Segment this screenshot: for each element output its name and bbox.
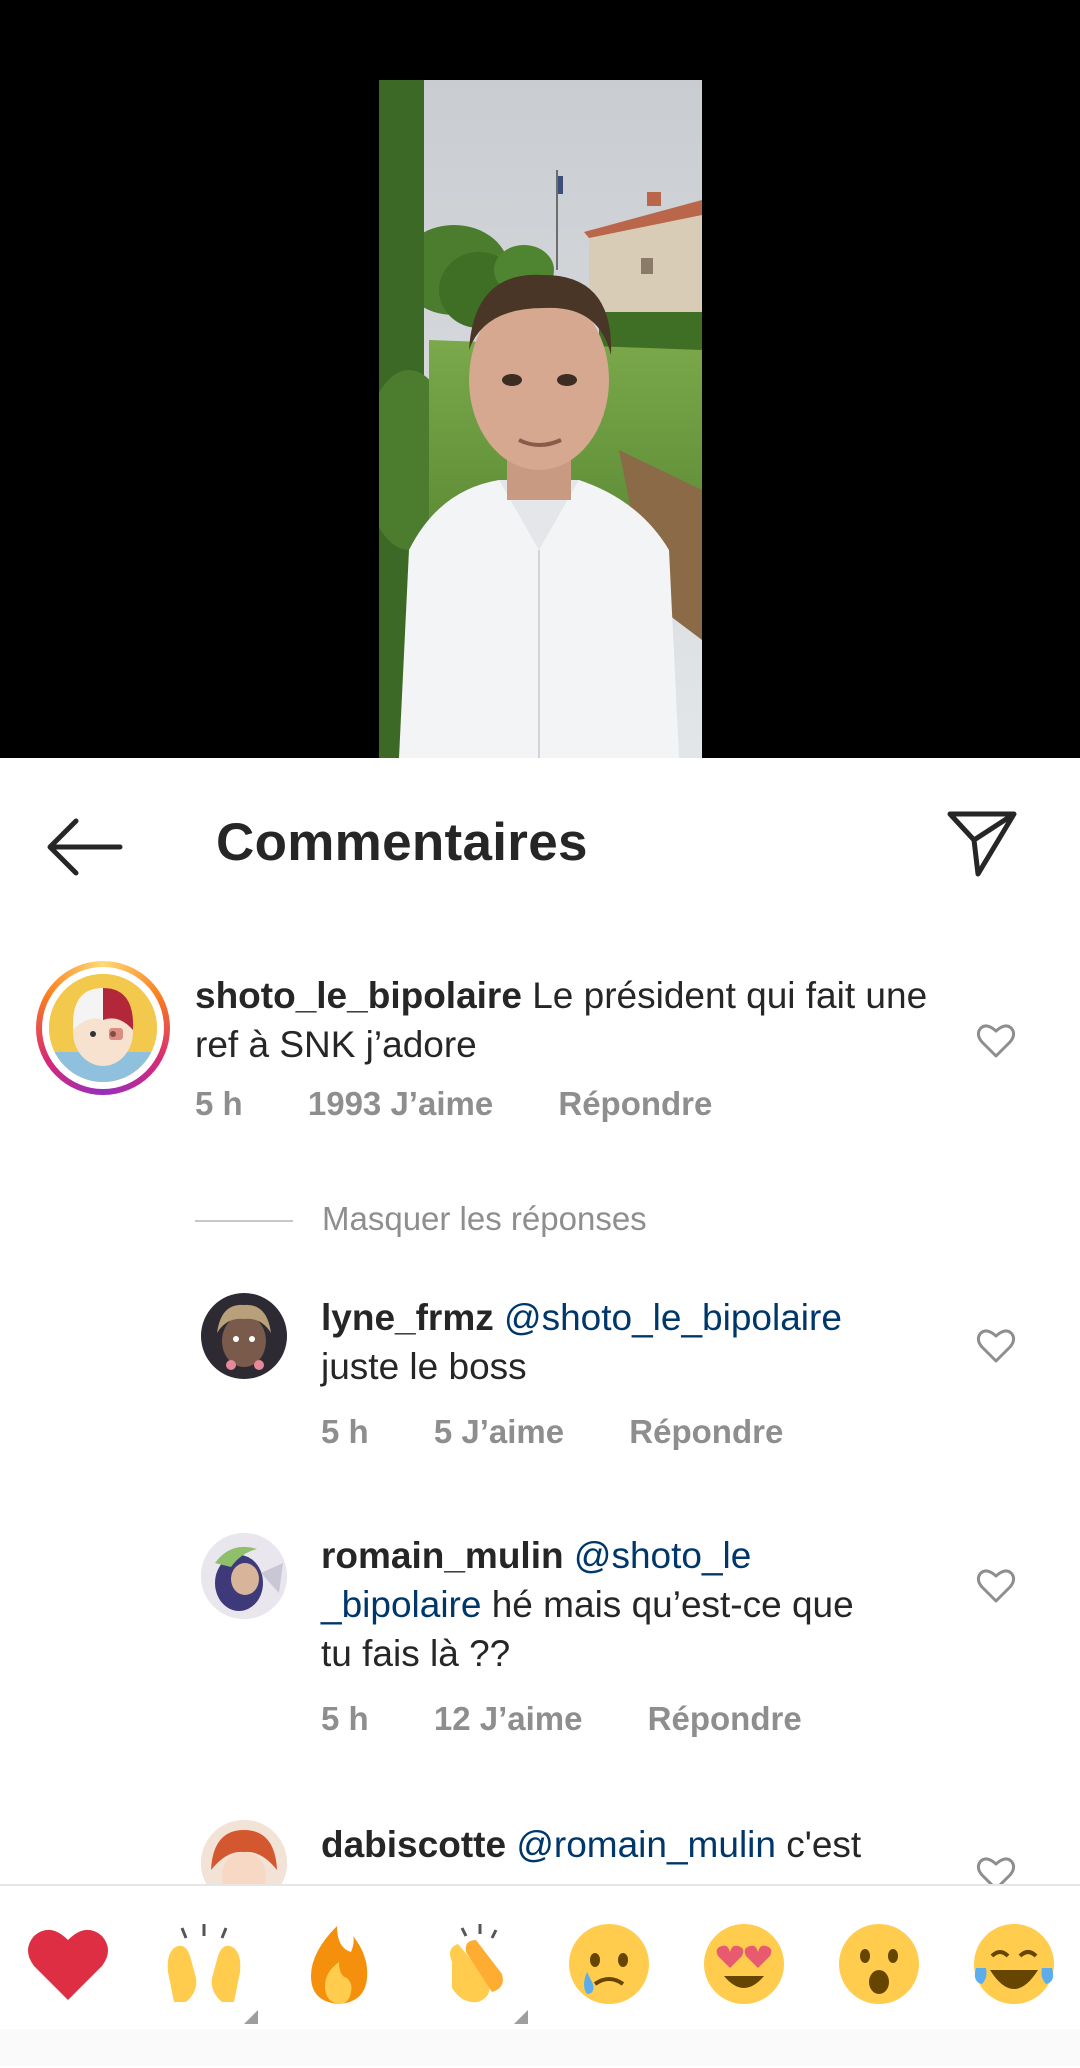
share-button[interactable] [946,806,1018,878]
reply-username[interactable]: dabiscotte [321,1824,506,1865]
tears-of-joy-emoji-icon[interactable] [972,1922,1056,2006]
reply-likes[interactable]: 5 J’aime [434,1413,564,1451]
comment-likes[interactable]: 1993 J’aime [308,1085,493,1123]
reply-likes[interactable]: 12 J’aime [434,1700,583,1738]
heart-outline-icon [976,1857,1016,1884]
heart-outline-icon [976,1569,1016,1603]
reply-mention[interactable]: @romain_mulin [516,1824,776,1865]
reply-mention[interactable]: @shoto_le [574,1535,751,1576]
reply-time: 5 h [321,1700,369,1737]
fire-emoji-icon[interactable] [297,1922,381,2006]
like-button[interactable] [976,1854,1016,1884]
reply-text: dabiscotte @romain_mulin c'est [321,1820,961,1869]
comment-text: shoto_le_bipolaire Le président qui fait… [195,971,935,1069]
clapping-hands-emoji-icon[interactable] [432,1922,528,2024]
like-button[interactable] [976,1021,1016,1061]
hide-replies-label: Masquer les réponses [322,1200,647,1237]
comments-list[interactable]: shoto_le_bipolaire Le président qui fait… [0,933,1080,1883]
avatar[interactable] [201,1533,287,1619]
comment-meta: 5 h 1993 J’aime Répondre [195,1085,712,1123]
reply-mention-cont[interactable]: _bipolaire [321,1584,481,1625]
reply-body: c'est [775,1824,862,1865]
reply-body-line3: tu fais là ?? [321,1633,511,1674]
crying-face-emoji-icon[interactable] [567,1922,651,2006]
astonished-face-emoji-icon[interactable] [837,1922,921,2006]
reply-meta: 5 h 12 J’aime Répondre [321,1700,802,1738]
raising-hands-emoji-icon[interactable] [162,1922,258,2024]
reply-mention[interactable]: @shoto_le_bipolaire [504,1297,842,1338]
arrow-left-icon [47,818,123,876]
variant-indicator [244,2010,258,2024]
reply-meta: 5 h 5 J’aime Répondre [321,1413,783,1451]
page-title: Commentaires [216,813,588,872]
video-thumbnail[interactable] [379,80,702,758]
reply-username[interactable]: romain_mulin [321,1535,564,1576]
variant-indicator [514,2010,528,2024]
reply-body: hé mais qu’est-ce que [481,1584,854,1625]
reply-text: lyne_frmz @shoto_le_bipolaire juste le b… [321,1293,941,1391]
reply-body: juste le boss [321,1346,527,1387]
back-button[interactable] [46,815,124,879]
reply-button[interactable]: Répondre [629,1413,783,1451]
avatar[interactable] [36,961,170,1095]
video-player[interactable] [0,0,1080,758]
heart-outline-icon [976,1329,1016,1363]
like-button[interactable] [976,1566,1016,1606]
reply-item-partial: dabiscotte @romain_mulin c'est [0,1780,1080,1884]
paper-plane-icon [947,811,1017,877]
red-heart-emoji-icon[interactable] [26,1922,110,2006]
reply-text: romain_mulin @shoto_le _bipolaire hé mai… [321,1531,961,1678]
reply-username[interactable]: lyne_frmz [321,1297,494,1338]
heart-outline-icon [976,1024,1016,1058]
bottom-strip [0,2029,1080,2066]
divider [195,1220,293,1222]
reply-button[interactable]: Répondre [558,1085,712,1123]
avatar[interactable] [201,1293,287,1379]
hide-replies-button[interactable]: Masquer les réponses [195,1200,795,1240]
heart-eyes-emoji-icon[interactable] [702,1922,786,2006]
comment-username[interactable]: shoto_le_bipolaire [195,975,522,1016]
reply-time: 5 h [321,1413,369,1450]
avatar[interactable] [201,1820,287,1884]
comment-time: 5 h [195,1085,243,1122]
like-button[interactable] [976,1326,1016,1366]
reply-button[interactable]: Répondre [648,1700,802,1738]
comment-item: shoto_le_bipolaire Le président qui fait… [0,933,1080,1153]
